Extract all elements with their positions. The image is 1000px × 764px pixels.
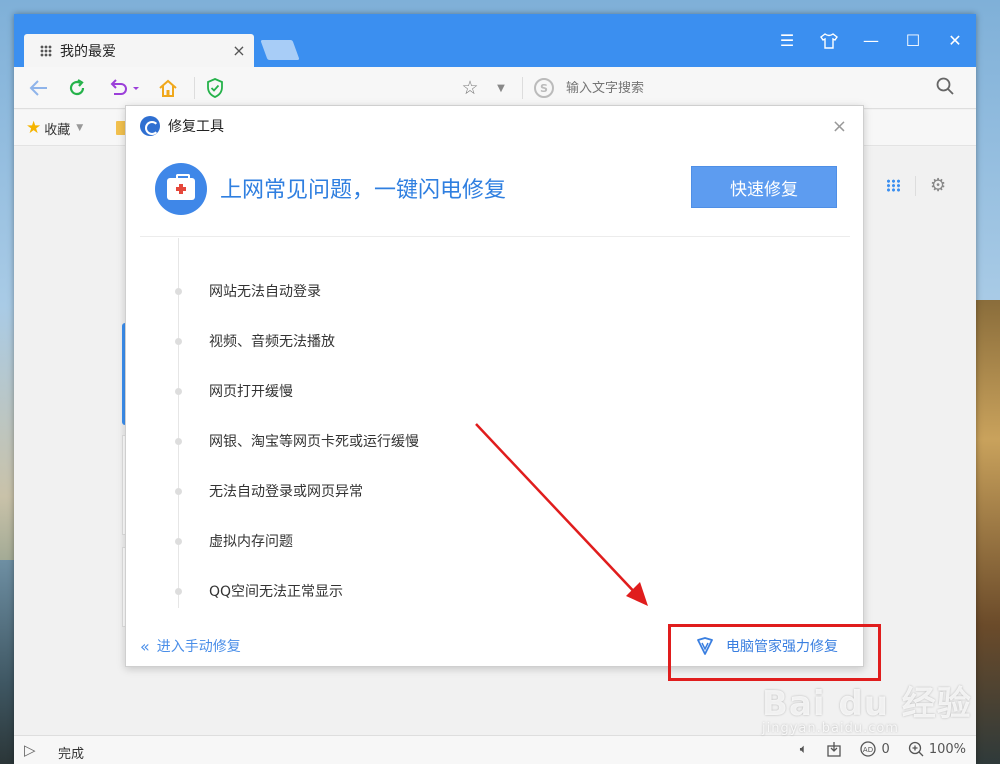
caret-down-icon: ▼ — [76, 123, 84, 133]
list-item: QQ空间无法正常显示 — [172, 566, 419, 616]
maximize-button[interactable]: ☐ — [892, 21, 934, 61]
status-text: 完成 — [58, 747, 85, 762]
list-item: 网银、淘宝等网页卡死或运行缓慢 — [172, 416, 419, 466]
zoom-icon — [908, 741, 924, 757]
manual-repair-link[interactable]: ‹‹ 进入手动修复 — [140, 636, 241, 656]
search-box[interactable]: S — [534, 74, 964, 102]
grid-view-icon[interactable] — [886, 179, 901, 192]
speaker-icon[interactable]: 🔈︎ — [800, 742, 808, 757]
star-icon: ★ — [26, 118, 42, 138]
back-arrow-icon — [29, 80, 47, 96]
dialog-header: 修复工具 — [140, 116, 224, 136]
ad-block-icon: AD — [859, 741, 876, 757]
ad-block-count: 0 — [881, 741, 890, 757]
sogou-logo-icon: S — [534, 78, 554, 98]
svg-text:AD: AD — [862, 746, 872, 754]
issue-list: 网站无法自动登录 视频、音频无法播放 网页打开缓慢 网银、淘宝等网页卡死或运行缓… — [172, 266, 419, 616]
zoom-control[interactable]: 100% — [908, 741, 966, 757]
caret-down-icon: ▼ — [497, 82, 505, 94]
gear-icon[interactable]: ⚙ — [930, 175, 946, 196]
refresh-button[interactable] — [64, 75, 90, 101]
view-tools: ⚙ — [852, 175, 946, 196]
annotation-arrow — [475, 423, 648, 606]
dialog-title: 修复工具 — [168, 119, 224, 135]
zoom-level: 100% — [928, 741, 966, 757]
quick-fix-button[interactable]: 快速修复 — [691, 166, 837, 208]
baidu-jingyan-watermark: Bai du 经验 jingyan.baidu.com — [762, 676, 972, 736]
list-item: 网页打开缓慢 — [172, 366, 419, 416]
undo-close-button[interactable] — [104, 75, 144, 101]
new-tab-button[interactable] — [260, 40, 300, 60]
window-controls: ☰ — ☐ ✕ — [766, 14, 976, 67]
annotation-highlight-box — [668, 624, 881, 681]
title-bar: 我的最爱 × ☰ — ☐ ✕ — [14, 14, 976, 67]
favorite-star-button[interactable]: ☆ — [457, 75, 483, 101]
bookmarks-label: 收藏 — [44, 122, 71, 138]
tab-favorites[interactable]: 我的最爱 × — [24, 34, 254, 67]
double-chevron-left-icon: ‹‹ — [140, 636, 150, 656]
refresh-icon — [69, 79, 85, 96]
tab-title: 我的最爱 — [60, 43, 116, 60]
minimize-button[interactable]: — — [850, 21, 892, 61]
security-shield-button[interactable] — [202, 75, 228, 101]
sidebar-toggle-icon[interactable]: ▷ — [24, 741, 36, 759]
home-button[interactable] — [155, 75, 181, 101]
bookmarks-menu[interactable]: ★ 收藏 ▼ — [26, 118, 83, 138]
search-icon[interactable] — [936, 77, 954, 100]
dialog-headline: 上网常见问题，一键闪电修复 — [220, 178, 507, 203]
back-button[interactable] — [26, 75, 52, 101]
status-bar: ▷ 完成 🔈︎ AD 0 100% — [14, 735, 976, 764]
shirt-icon — [820, 32, 838, 49]
undo-icon — [110, 79, 139, 95]
star-outline-icon: ☆ — [461, 77, 479, 99]
list-item: 无法自动登录或网页异常 — [172, 466, 419, 516]
dialog-close-icon[interactable]: × — [832, 116, 847, 137]
browser-logo-icon — [140, 116, 160, 136]
first-aid-kit-icon — [155, 163, 207, 215]
list-item: 虚拟内存问题 — [172, 516, 419, 566]
home-icon — [159, 79, 177, 97]
apps-grid-icon — [40, 44, 52, 57]
skin-button[interactable] — [808, 21, 850, 61]
manual-repair-label: 进入手动修复 — [156, 639, 241, 655]
download-box-icon[interactable] — [826, 741, 842, 757]
list-item: 视频、音频无法播放 — [172, 316, 419, 366]
tab-close-icon[interactable]: × — [224, 41, 254, 60]
status-tools: 🔈︎ AD 0 100% — [800, 741, 966, 757]
favorite-dropdown[interactable]: ▼ — [488, 75, 514, 101]
search-input[interactable] — [566, 80, 926, 96]
shield-check-icon — [207, 78, 223, 98]
watermark-logo: Bai du 经验 — [762, 684, 972, 724]
list-item: 网站无法自动登录 — [172, 266, 419, 316]
menu-button[interactable]: ☰ — [766, 21, 808, 61]
close-button[interactable]: ✕ — [934, 21, 976, 61]
navigation-bar: ☆ ▼ S — [14, 67, 976, 109]
ad-block-button[interactable]: AD 0 — [859, 741, 890, 757]
